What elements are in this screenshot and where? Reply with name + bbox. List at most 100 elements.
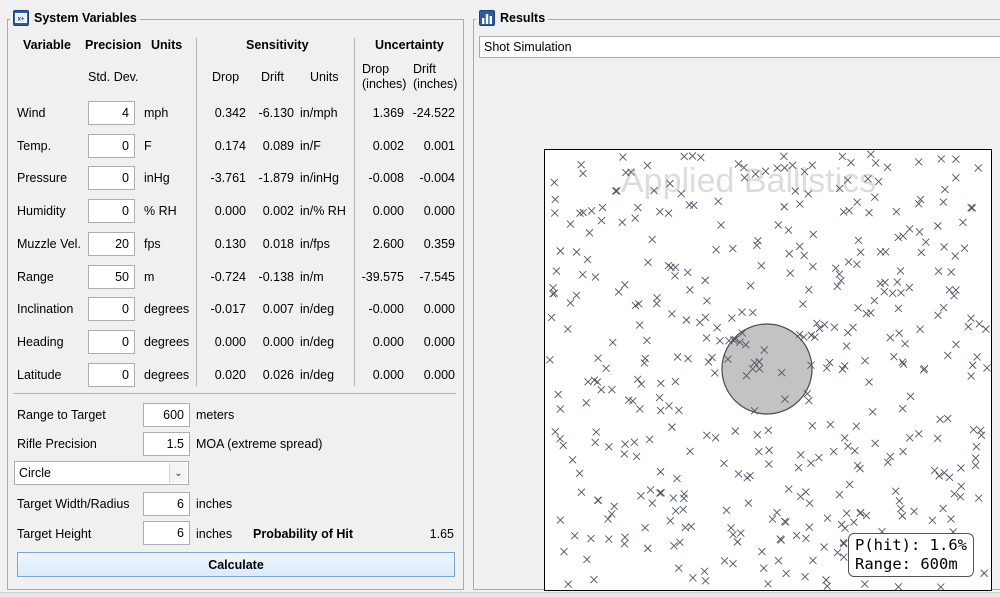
chevron-down-icon[interactable]: ⌄ [169, 463, 187, 483]
shot-marker [620, 539, 629, 548]
shot-marker [883, 458, 892, 467]
uncertainty-drop-value: 0.002 [372, 139, 404, 153]
rifle-precision-input[interactable]: 1.5 [143, 432, 190, 456]
results-title: Results [500, 11, 546, 25]
shot-marker [950, 291, 958, 300]
shot-marker [774, 221, 783, 229]
precision-input[interactable]: 4 [88, 101, 135, 125]
shot-marker [849, 518, 858, 527]
shot-marker [939, 198, 948, 206]
shot-marker [618, 218, 627, 227]
sensitivity-unit-label: in/% RH [300, 204, 346, 218]
col-header-precision: Precision [85, 38, 142, 52]
uncertainty-drop-value: 0.000 [372, 368, 404, 382]
precision-input[interactable]: 20 [88, 232, 135, 256]
target-shape-select[interactable]: Circle ⌄ [14, 461, 189, 485]
shot-marker [971, 454, 980, 462]
results-view-select[interactable]: Shot Simulation [479, 36, 1000, 58]
sensitivity-drift-value: -0.138 [258, 270, 294, 284]
shot-marker [711, 433, 720, 442]
shot-marker [608, 385, 616, 394]
calculate-button[interactable]: Calculate [17, 552, 455, 577]
shot-marker [854, 236, 863, 245]
shot-marker [743, 474, 752, 482]
shot-marker [914, 158, 923, 166]
shot-marker [838, 365, 847, 374]
range-to-target-input[interactable]: 600 [143, 403, 190, 427]
shot-marker [643, 336, 651, 345]
shot-marker [551, 195, 560, 204]
shot-marker [669, 494, 678, 502]
shot-marker [945, 286, 954, 294]
shot-marker [646, 486, 655, 494]
shot-marker [826, 420, 835, 429]
sensitivity-unit-label: in/m [300, 270, 324, 284]
shot-marker [759, 564, 768, 572]
shot-marker [967, 203, 975, 212]
sensitivity-drift-value: 0.007 [262, 302, 294, 316]
shot-marker [947, 268, 956, 276]
shot-marker [703, 431, 711, 440]
svg-text:x+: x+ [18, 17, 25, 23]
shot-marker [668, 423, 676, 431]
results-view-value: Shot Simulation [484, 40, 572, 54]
shot-marker [796, 200, 804, 208]
precision-input[interactable]: 0 [88, 297, 135, 321]
separator-vertical [354, 38, 355, 386]
precision-input[interactable]: 0 [88, 134, 135, 158]
shot-marker [637, 491, 645, 500]
shot-marker [587, 206, 596, 215]
shot-marker [664, 209, 673, 217]
shot-marker [833, 548, 842, 557]
shot-marker [632, 452, 641, 461]
shot-marker [842, 342, 851, 350]
col-header-variable: Variable [23, 38, 71, 52]
uncertainty-drop-value: -39.575 [361, 270, 404, 284]
p-hit-text: P(hit): 1.6% [855, 536, 967, 554]
shot-marker [964, 322, 973, 331]
shot-marker [566, 220, 575, 228]
shot-marker [546, 355, 554, 364]
shot-marker [937, 155, 946, 163]
shot-marker [701, 576, 710, 585]
precision-input[interactable]: 0 [88, 199, 135, 223]
shot-marker [852, 422, 861, 430]
shot-marker [894, 583, 903, 590]
shot-marker [657, 489, 665, 497]
shot-marker [552, 267, 561, 275]
shot-marker [951, 252, 960, 260]
target-width-input[interactable]: 6 [143, 492, 190, 516]
shot-marker [822, 576, 830, 584]
shot-marker [748, 308, 757, 317]
shot-marker [680, 152, 689, 161]
shot-marker [842, 509, 851, 518]
shot-marker [683, 268, 692, 277]
shot-marker [765, 446, 773, 455]
shot-marker [602, 364, 610, 373]
shot-marker [820, 543, 828, 551]
shot-marker [605, 442, 613, 451]
precision-input[interactable]: 0 [88, 166, 135, 190]
precision-input[interactable]: 50 [88, 265, 135, 289]
shot-marker [892, 207, 901, 216]
shot-marker [868, 407, 877, 416]
shot-marker [897, 504, 905, 513]
target-height-input[interactable]: 6 [143, 521, 190, 545]
separator-vertical [196, 38, 197, 386]
shot-marker [720, 557, 729, 565]
shot-marker [613, 187, 621, 195]
shot-marker [936, 415, 944, 424]
shot-marker [656, 467, 665, 476]
sensitivity-drop-value: 0.020 [214, 368, 246, 382]
precision-input[interactable]: 0 [88, 330, 135, 354]
rifle-precision-label: Rifle Precision [17, 437, 97, 451]
shot-marker [733, 538, 742, 546]
variable-name-label: Latitude [17, 368, 62, 382]
precision-input[interactable]: 0 [88, 363, 135, 387]
shot-marker [807, 459, 815, 468]
variable-name-label: Heading [17, 335, 64, 349]
shot-marker [640, 359, 649, 367]
shot-marker [773, 508, 781, 517]
shot-marker [630, 438, 639, 447]
uncertainty-drop-value: 0.000 [372, 204, 404, 218]
